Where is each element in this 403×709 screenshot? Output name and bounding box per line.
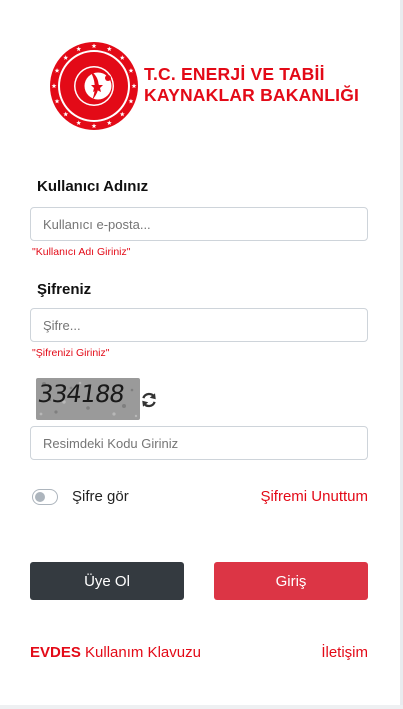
contact-link[interactable]: İletişim: [321, 644, 368, 661]
ministry-seal-icon: [50, 42, 138, 130]
ministry-title-line2: KAYNAKLAR BAKANLIĞI: [144, 85, 360, 105]
username-error: "Kullanıcı Adı Giriniz": [32, 246, 131, 258]
captcha-code: 334188: [36, 380, 126, 408]
ministry-logo: T.C. ENERJİ VE TABİİ KAYNAKLAR BAKANLIĞI: [48, 40, 359, 132]
password-label: Şifreniz: [37, 281, 92, 298]
register-button[interactable]: Üye Ol: [30, 562, 184, 600]
page-border-bottom: [0, 705, 403, 709]
captcha-input[interactable]: [30, 426, 368, 460]
show-password-toggle[interactable]: [32, 489, 58, 505]
user-guide-link[interactable]: EVDES Kullanım Klavuzu: [30, 644, 201, 661]
toggle-knob: [35, 492, 45, 502]
username-label: Kullanıcı Adınız: [37, 178, 149, 195]
refresh-icon[interactable]: [140, 391, 158, 409]
username-input[interactable]: [30, 207, 368, 241]
password-error: "Şifrenizi Giriniz": [32, 347, 110, 359]
show-password-label: Şifre gör: [72, 488, 129, 505]
forgot-password-link[interactable]: Şifremi Unuttum: [260, 488, 368, 505]
evdes-brand: EVDES: [30, 644, 81, 661]
ministry-title: T.C. ENERJİ VE TABİİ KAYNAKLAR BAKANLIĞI: [144, 64, 359, 106]
user-guide-label: Kullanım Klavuzu: [85, 644, 201, 661]
ministry-title-line1: T.C. ENERJİ VE TABİİ: [144, 64, 325, 84]
password-input[interactable]: [30, 308, 368, 342]
login-button[interactable]: Giriş: [214, 562, 368, 600]
